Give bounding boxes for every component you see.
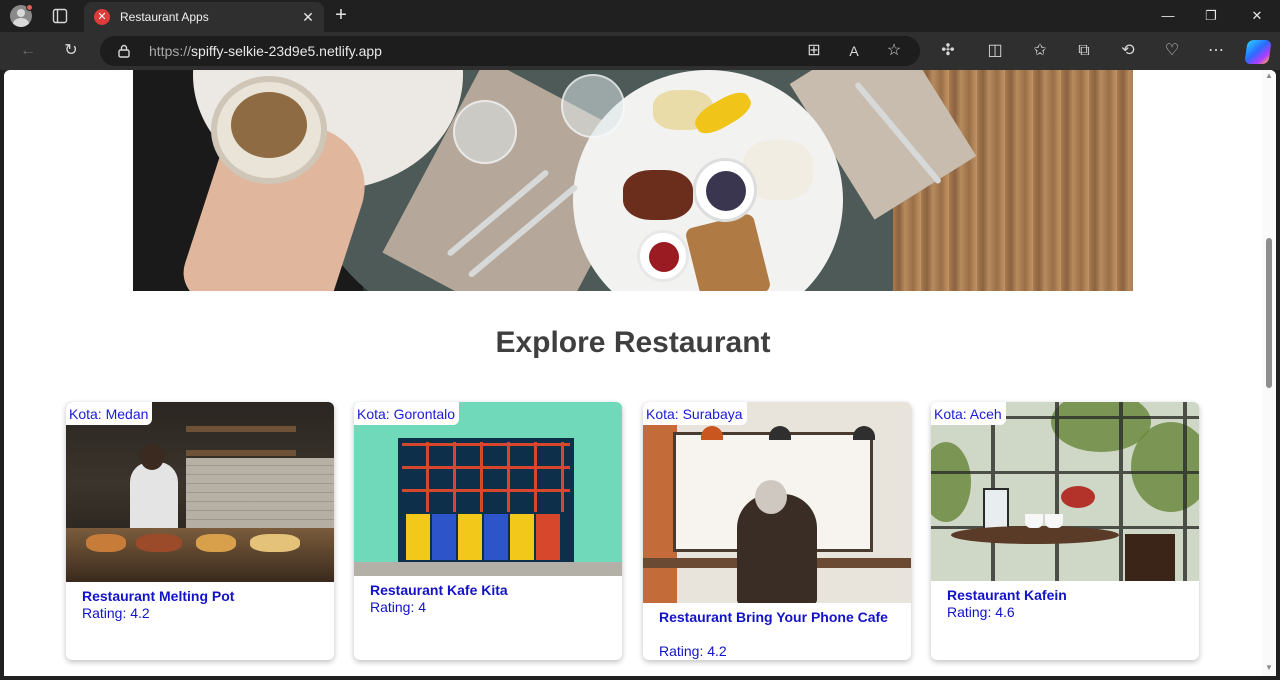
city-badge: Kota: Aceh xyxy=(931,402,1006,425)
extensions-icon[interactable]: ✣ xyxy=(938,41,958,61)
favorite-star-icon[interactable]: ☆ xyxy=(884,41,904,61)
lock-icon xyxy=(118,44,130,58)
restaurant-card[interactable]: Kota: Aceh Restaurant Kafein Rating: 4.6 xyxy=(931,402,1199,660)
browser-toolbar: ← ↻ https://spiffy-selkie-23d9e5.netlify… xyxy=(0,32,1280,70)
restaurant-favicon-icon: ✕ xyxy=(94,9,110,25)
city-badge: Kota: Gorontalo xyxy=(354,402,460,425)
close-window-icon[interactable]: ✕ xyxy=(1234,0,1280,32)
minimize-icon[interactable]: — xyxy=(1145,0,1191,32)
tab-actions-icon[interactable] xyxy=(52,8,68,24)
scroll-up-arrow-icon[interactable]: ▲ xyxy=(1264,72,1274,80)
browser-tab-strip: ✕ Restaurant Apps ✕ + — ❐ ✕ xyxy=(0,0,1280,32)
page-viewport: Explore Restaurant Kota: Medan Restauran… xyxy=(4,70,1276,676)
read-aloud-icon[interactable]: A xyxy=(844,41,864,61)
restaurant-card[interactable]: Kota: Gorontalo Restaurant Kafe Kita Rat… xyxy=(354,402,622,660)
browser-essentials-icon[interactable]: ♡ xyxy=(1162,41,1182,61)
restaurant-name[interactable]: Restaurant Kafein xyxy=(947,587,1183,604)
page-scrollbar[interactable]: ▲ ▼ xyxy=(1262,70,1276,676)
restaurant-image xyxy=(931,402,1199,581)
restore-icon[interactable]: ❐ xyxy=(1188,0,1234,32)
restaurant-image xyxy=(354,402,622,576)
copilot-icon[interactable] xyxy=(1244,40,1272,64)
url-text: https://spiffy-selkie-23d9e5.netlify.app xyxy=(149,43,382,59)
address-bar[interactable]: https://spiffy-selkie-23d9e5.netlify.app… xyxy=(100,36,920,66)
city-badge: Kota: Surabaya xyxy=(643,402,747,425)
restaurant-rating: Rating: 4 xyxy=(370,599,427,615)
new-tab-icon[interactable]: + xyxy=(330,4,352,28)
tab-title: Restaurant Apps xyxy=(120,10,209,24)
profile-notification-dot xyxy=(26,4,33,11)
restaurant-card[interactable]: Kota: Surabaya Restaurant Bring Your Pho… xyxy=(643,402,911,660)
close-tab-icon[interactable]: ✕ xyxy=(300,9,316,25)
restaurant-name[interactable]: Restaurant Bring Your Phone Cafe xyxy=(659,609,895,626)
history-icon[interactable]: ⟲ xyxy=(1118,41,1138,61)
restaurant-rating: Rating: 4.2 xyxy=(82,605,150,621)
city-badge: Kota: Medan xyxy=(66,402,153,425)
restaurant-name[interactable]: Restaurant Melting Pot xyxy=(82,588,318,605)
restaurant-image xyxy=(643,402,911,603)
app-available-icon[interactable]: ⊞ xyxy=(804,41,824,61)
tab-restaurant-apps[interactable]: ✕ Restaurant Apps ✕ xyxy=(84,2,324,32)
collections-icon[interactable]: ⧉ xyxy=(1074,41,1094,61)
restaurant-card[interactable]: Kota: Medan Restaurant Melting Pot Ratin… xyxy=(66,402,334,660)
restaurant-rating: Rating: 4.2 xyxy=(659,643,727,659)
hero-image xyxy=(133,70,1133,291)
restaurant-name[interactable]: Restaurant Kafe Kita xyxy=(370,582,606,599)
back-icon[interactable]: ← xyxy=(18,41,38,61)
restaurant-rating: Rating: 4.6 xyxy=(947,604,1015,620)
refresh-icon[interactable]: ↻ xyxy=(61,41,81,61)
split-screen-icon[interactable]: ◫ xyxy=(985,41,1005,61)
more-menu-icon[interactable]: ⋯ xyxy=(1206,41,1226,61)
scroll-down-arrow-icon[interactable]: ▼ xyxy=(1264,664,1274,672)
restaurant-image xyxy=(66,402,334,582)
section-title: Explore Restaurant xyxy=(495,326,771,359)
favorites-icon[interactable]: ✩ xyxy=(1030,41,1050,61)
scrollbar-thumb[interactable] xyxy=(1266,238,1272,388)
